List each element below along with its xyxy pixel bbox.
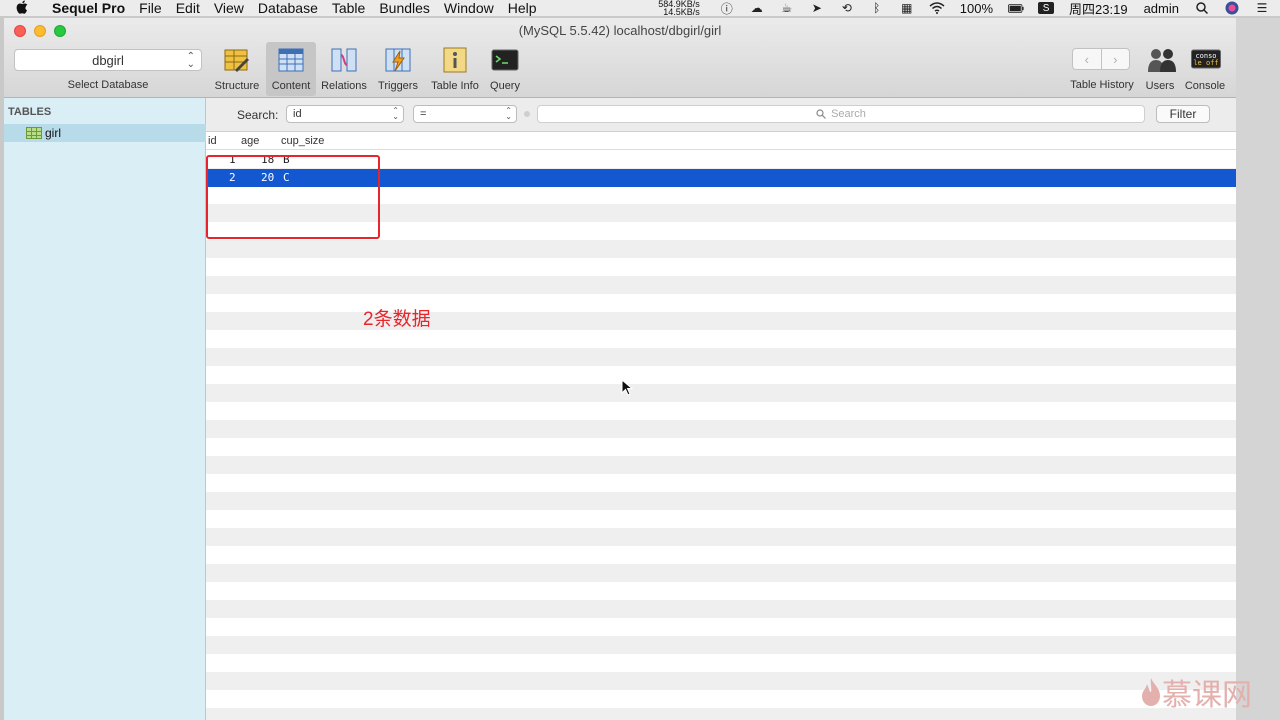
relations-icon [330,46,358,74]
toolbar-users-label: Users [1145,80,1175,92]
spotlight-search-icon[interactable] [1194,2,1210,14]
toolbar-triggers-label: Triggers [378,80,418,92]
column-header-id[interactable]: id [208,135,217,147]
toolbar-relations-label: Relations [321,80,367,92]
sogou-input-icon[interactable]: S [1038,2,1055,14]
history-back-button[interactable]: ‹ [1073,49,1102,69]
battery-percent[interactable]: 100% [960,1,993,16]
menu-file[interactable]: File [139,0,162,16]
toolbar-query-button[interactable]: Query [486,42,524,96]
column-header-cup-size[interactable]: cup_size [281,135,324,147]
info-icon[interactable]: ⓘ [719,2,735,16]
flame-logo-icon [1142,678,1160,706]
notification-center-icon[interactable]: ☰ [1254,1,1270,15]
bluetooth-icon[interactable]: ᛒ [869,1,885,15]
tables-header: TABLES [8,106,52,118]
watermark: 慕课网 [1140,670,1252,714]
search-icon [816,109,826,119]
triggers-icon [384,46,412,74]
watermark-text: 慕课网 [1162,679,1252,712]
filter-operator-value: = [420,108,427,120]
toolbar-users-button[interactable]: Users [1142,42,1178,96]
toolbar-content-button[interactable]: Content [266,42,316,96]
updown-chevron-icon: ⌃ ⌄ [505,106,512,121]
menu-view[interactable]: View [214,0,244,16]
apple-menu-icon[interactable] [16,0,38,17]
filter-field-select[interactable]: id ⌃ ⌄ [286,105,404,123]
structure-icon [223,46,251,74]
table-grid-icon [26,127,42,139]
paper-plane-icon[interactable]: ➤ [809,1,825,15]
filter-search-input[interactable]: Search [537,105,1145,123]
toolbar-table-info-label: Table Info [431,80,479,92]
desktop-background [1236,18,1280,720]
window-title: (MySQL 5.5.42) localhost/dbgirl/girl [518,23,722,38]
table-info-icon [441,46,469,74]
filter-bar: Search: id ⌃ ⌄ = ⌃ ⌄ Search Filter [206,98,1236,132]
sidebar-table-label: girl [45,126,62,140]
filter-search-placeholder: Search [831,108,866,120]
app-window: (MySQL 5.5.42) localhost/dbgirl/girl dbg… [4,18,1236,720]
updown-chevron-icon: ⌃ ⌄ [392,106,399,121]
toolbar-relations-button[interactable]: Relations [319,42,369,96]
table-header: id age cup_size [206,132,1236,150]
users-icon [1146,46,1176,74]
filter-status-dot [524,111,530,117]
toolbar-table-info-button[interactable]: Table Info [428,42,482,96]
svg-text:le off: le off [1193,59,1218,67]
tables-sidebar: TABLES girl [4,98,206,720]
annotation-text: 2条数据 [363,309,431,330]
toolbar-structure-label: Structure [214,80,260,92]
content-icon [277,46,305,74]
filter-operator-select[interactable]: = ⌃ ⌄ [413,105,517,123]
column-header-age[interactable]: age [241,135,259,147]
filter-field-value: id [293,108,302,120]
siri-icon[interactable] [1224,1,1240,15]
menu-help[interactable]: Help [508,0,537,16]
history-forward-button[interactable]: › [1102,49,1130,69]
table-history-label: Table History [1070,79,1134,91]
menu-table[interactable]: Table [332,0,365,16]
wifi-icon[interactable] [929,2,945,14]
title-bar: (MySQL 5.5.42) localhost/dbgirl/girl dbg… [4,18,1236,98]
menu-user[interactable]: admin [1144,1,1179,16]
menu-window[interactable]: Window [444,0,494,16]
net-down-speed: 14.5KB/s [663,7,700,17]
time-machine-icon[interactable]: ⟲ [839,1,855,15]
history-navigation: ‹ › [1072,48,1130,70]
keyboard-icon[interactable]: ▦ [899,1,915,15]
cup-icon[interactable]: ☕ [779,1,795,15]
updown-chevron-icon: ⌃ ⌄ [186,51,195,70]
filter-button[interactable]: Filter [1156,105,1210,123]
network-speed-indicator[interactable]: 584.9KB/s 14.5KB/s [658,0,700,17]
toolbar-content-label: Content [271,80,311,92]
toolbar-query-label: Query [490,80,520,92]
toolbar-console-label: Console [1184,80,1226,92]
toolbar-triggers-button[interactable]: Triggers [374,42,422,96]
menu-bar: Sequel Pro File Edit View Database Table… [0,0,1280,18]
console-icon: conso le off [1191,46,1221,74]
database-select-value: dbgirl [92,52,124,68]
search-label: Search: [237,108,279,122]
menu-edit[interactable]: Edit [176,0,200,16]
sidebar-table-girl[interactable]: girl [4,124,206,142]
database-select-label: Select Database [67,79,149,91]
toolbar-console-button[interactable]: conso le off Console [1182,42,1228,96]
database-select[interactable]: dbgirl ⌃ ⌄ [14,49,202,71]
terminal-icon [491,46,519,74]
menu-database[interactable]: Database [258,0,318,16]
toolbar-structure-button[interactable]: Structure [211,42,263,96]
content-pane: Search: id ⌃ ⌄ = ⌃ ⌄ Search Filter id age … [206,98,1236,720]
menu-app-name[interactable]: Sequel Pro [52,0,125,16]
battery-icon[interactable] [1008,2,1024,14]
highlight-box [206,155,380,239]
menu-clock[interactable]: 周四23:19 [1069,0,1128,18]
mouse-cursor-icon [621,379,633,396]
cloud-icon[interactable]: ☁ [749,1,765,15]
menu-bundles[interactable]: Bundles [379,0,430,16]
